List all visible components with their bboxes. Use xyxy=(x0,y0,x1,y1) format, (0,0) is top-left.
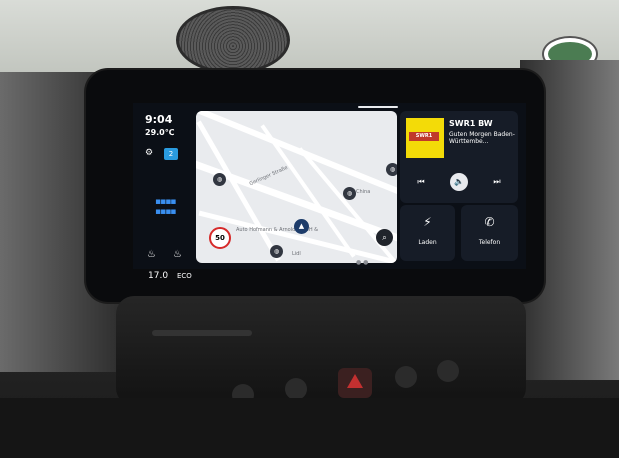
infotainment-screen: 9:04 29.0℃ ⚙ 2 ▪▪▪▪ ▪▪▪▪ ♨ ♨ Gerlinger St… xyxy=(133,103,526,269)
phone-icon: ✆ xyxy=(484,215,495,229)
climate-hardware-button[interactable] xyxy=(285,378,307,400)
outside-temperature: 29.0℃ xyxy=(145,128,175,137)
hazard-icon xyxy=(347,374,363,388)
mode-hardware-button[interactable] xyxy=(437,360,459,382)
map-poi-icon[interactable]: ◍ xyxy=(386,163,397,176)
console-slot xyxy=(152,330,252,336)
climate-temperature[interactable]: 17.0 xyxy=(148,271,168,281)
charging-icon: ⚡ xyxy=(423,215,432,229)
pull-down-handle[interactable] xyxy=(358,106,398,108)
media-widget[interactable]: SWR1 SWR1 BW Guten Morgen Baden-Württemb… xyxy=(400,111,518,203)
map-poi-icon[interactable]: ◍ xyxy=(213,173,226,186)
mute-icon[interactable]: 🔈 xyxy=(450,173,468,191)
search-icon[interactable]: ⌕ xyxy=(376,229,393,246)
navigation-map[interactable]: Gerlinger Straße China Auto Hofmann & Ar… xyxy=(196,111,397,263)
charging-tile[interactable]: ⚡ Laden xyxy=(400,205,455,261)
speed-limit-sign: 50 xyxy=(209,227,231,249)
defrost-hardware-button[interactable] xyxy=(395,366,417,388)
phone-tile[interactable]: ✆ Telefon xyxy=(461,205,518,261)
now-playing-text: Guten Morgen Baden-Württembe... xyxy=(449,131,515,145)
map-street-label: Gerlinger Straße xyxy=(248,164,289,188)
center-console xyxy=(116,296,526,406)
settings-icon[interactable]: ⚙ xyxy=(145,148,153,158)
map-poi-icon[interactable]: ◍ xyxy=(343,187,356,200)
climate-mode[interactable]: ECO xyxy=(177,272,192,280)
ceiling-speaker xyxy=(176,6,290,74)
page-indicator: ● ● xyxy=(356,259,369,266)
steering-heating-icon[interactable]: ♨ xyxy=(173,249,182,260)
station-name: SWR1 BW xyxy=(449,119,493,128)
clock: 9:04 xyxy=(145,113,173,126)
station-logo-text: SWR1 xyxy=(409,132,439,141)
seat-heating-icon[interactable]: ♨ xyxy=(147,249,156,260)
map-poi-icon[interactable]: ◍ xyxy=(270,245,283,258)
phone-label: Telefon xyxy=(478,239,501,246)
app-grid-icon[interactable]: ▪▪▪▪ ▪▪▪▪ xyxy=(155,197,176,217)
notification-badge[interactable]: 2 xyxy=(164,148,178,160)
car-interior-photo: 9:04 29.0℃ ⚙ 2 ▪▪▪▪ ▪▪▪▪ ♨ ♨ Gerlinger St… xyxy=(0,0,619,458)
floor-shadow xyxy=(0,398,619,458)
charging-label: Laden xyxy=(418,239,437,246)
map-poi-label: Lidl xyxy=(292,251,301,257)
skip-back-icon[interactable]: ⏮ xyxy=(412,173,430,191)
skip-forward-icon[interactable]: ⏭ xyxy=(488,173,506,191)
current-position-icon: ▲ xyxy=(294,219,309,234)
status-column: 9:04 29.0℃ ⚙ 2 ▪▪▪▪ ▪▪▪▪ ♨ ♨ xyxy=(133,103,193,269)
map-poi-label: China xyxy=(356,189,371,195)
station-logo: SWR1 xyxy=(406,118,444,158)
